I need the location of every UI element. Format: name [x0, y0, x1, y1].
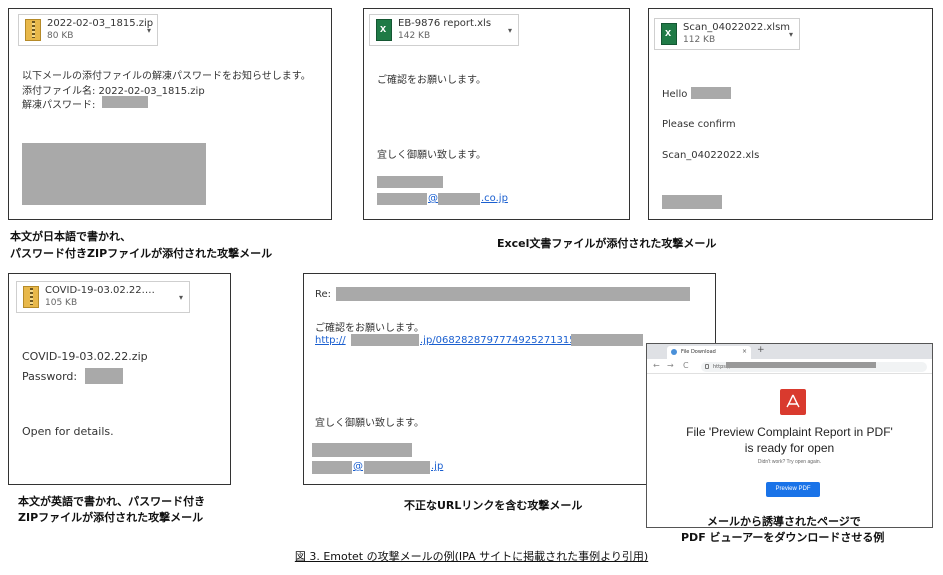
body-line-1: COVID-19-03.02.22.zip — [22, 350, 148, 363]
redacted-name — [377, 176, 443, 188]
download-subtext: Didn't work? Try open again. — [757, 459, 822, 465]
new-tab-icon[interactable]: + — [757, 345, 765, 355]
chevron-down-icon[interactable]: ▾ — [147, 26, 151, 35]
caption-browser-line-1: メールから誘導されたページで — [707, 515, 861, 528]
attachment-name: EB-9876 report.xls — [398, 18, 492, 29]
download-title-line-1: File 'Preview Complaint Report in PDF' — [686, 425, 893, 439]
tab-bar: File Download × + — [647, 344, 932, 359]
email-panel-xlsm-english: Scan_04022022.xlsm 112 KB ▾ Hello Please… — [648, 8, 933, 220]
figure-caption: 図 3. Emotet の攻撃メールの例(IPA サイトに掲載された事例より引用… — [0, 548, 943, 564]
attachment-xls[interactable]: EB-9876 report.xls 142 KB ▾ — [369, 14, 519, 46]
attachment-xlsm[interactable]: Scan_04022022.xlsm 112 KB ▾ — [654, 18, 800, 50]
tab-file-download[interactable]: File Download × — [667, 346, 751, 359]
pdf-icon — [780, 389, 806, 415]
attachment-zip[interactable]: COVID-19-03.02.22.… 105 KB ▾ — [16, 281, 190, 313]
please-confirm: Please confirm — [662, 119, 736, 130]
chevron-down-icon[interactable]: ▾ — [508, 26, 512, 35]
redacted-email-user — [312, 461, 352, 474]
caption-panel-4-line-2: ZIPファイルが添付された攻撃メール — [18, 511, 204, 524]
caption-panel-4-line-1: 本文が英語で書かれ、パスワード付き — [18, 495, 206, 508]
attachment-zip[interactable]: 2022-02-03_1815.zip 80 KB ▾ — [18, 14, 158, 46]
redacted-url-host — [351, 334, 419, 346]
attachment-size: 142 KB — [398, 31, 431, 41]
hello: Hello — [662, 89, 688, 100]
redacted-email-domain — [364, 461, 430, 474]
redacted-password — [102, 96, 148, 108]
body-line-1: 以下メールの添付ファイルの解凍パスワードをお知らせします。 — [22, 71, 311, 82]
malicious-link-path[interactable]: .jp/0682828797774925271315 — [420, 335, 576, 346]
greeting: ご確認をお願いします。 — [315, 323, 424, 334]
figure-caption-text: 図 3. Emotet の攻撃メールの例(IPA サイトに掲載された事例より引用… — [294, 550, 649, 563]
body-line-2: 添付ファイル名: 2022-02-03_1815.zip — [22, 86, 205, 97]
lock-icon — [705, 364, 709, 369]
redacted-email-domain — [438, 193, 480, 205]
caption-panel-1-line-1: 本文が日本語で書かれ、 — [10, 230, 132, 243]
email-panel-zip-english: COVID-19-03.02.22.… 105 KB ▾ COVID-19-03… — [8, 273, 231, 485]
forward-icon[interactable]: → — [667, 361, 674, 370]
closing: 宜しく御願い致します。 — [377, 150, 486, 161]
email-panel-zip-japanese: 2022-02-03_1815.zip 80 KB ▾ 以下メールの添付ファイル… — [8, 8, 332, 220]
excel-file-icon — [661, 23, 677, 45]
redacted-url — [726, 362, 876, 368]
zip-file-icon — [23, 286, 39, 308]
attachment-name: COVID-19-03.02.22.… — [45, 285, 155, 296]
greeting: ご確認をお願いします。 — [377, 75, 486, 86]
attachment-name: 2022-02-03_1815.zip — [47, 18, 154, 29]
details-line: Open for details. — [22, 425, 114, 438]
email-domain[interactable]: .jp — [431, 461, 443, 472]
body-line-3: 解凍パスワード: — [22, 100, 96, 111]
redacted-name — [312, 443, 412, 457]
attachment-size: 112 KB — [683, 35, 716, 45]
chevron-down-icon[interactable]: ▾ — [179, 293, 183, 302]
download-title-line-2: is ready for open — [744, 441, 835, 455]
attachment-name: Scan_04022022.xlsm — [683, 22, 791, 33]
reload-icon[interactable]: C — [683, 361, 689, 370]
tab-title: File Download — [681, 349, 716, 355]
back-icon[interactable]: ← — [653, 361, 660, 370]
redacted-subject — [336, 287, 690, 301]
caption-panel-5: 不正なURLリンクを含む攻撃メール — [404, 499, 583, 512]
caption-panel-2: Excel文書ファイルが添付された攻撃メール — [497, 237, 717, 250]
excel-file-icon — [376, 19, 392, 41]
email-at[interactable]: @ — [428, 193, 438, 204]
redacted-signature — [22, 143, 206, 205]
attachment-size: 80 KB — [47, 31, 74, 41]
email-at[interactable]: @ — [353, 461, 363, 472]
favicon-icon — [671, 349, 677, 355]
redacted-name — [691, 87, 731, 99]
redacted-signature — [662, 195, 722, 209]
closing: 宜しく御願い致します。 — [315, 418, 424, 429]
email-panel-excel: EB-9876 report.xls 142 KB ▾ ご確認をお願いします。 … — [363, 8, 630, 220]
email-domain[interactable]: .co.jp — [481, 193, 508, 204]
redacted-url-tail — [571, 334, 643, 346]
preview-pdf-button[interactable]: Preview PDF — [766, 482, 820, 497]
chevron-down-icon[interactable]: ▾ — [789, 30, 793, 39]
caption-panel-1-line-2: パスワード付きZIPファイルが添付された攻撃メール — [10, 247, 273, 260]
attachment-size: 105 KB — [45, 298, 78, 308]
zip-file-icon — [25, 19, 41, 41]
file-name: Scan_04022022.xls — [662, 150, 760, 161]
caption-browser-line-2: PDF ビューアーをダウンロードさせる例 — [681, 531, 885, 544]
malicious-link-prefix[interactable]: http:// — [315, 335, 346, 346]
redacted-email-user — [377, 193, 427, 205]
redacted-password — [85, 368, 123, 384]
subject-prefix: Re: — [315, 289, 332, 300]
password-label: Password: — [22, 370, 78, 383]
close-icon[interactable]: × — [742, 348, 747, 355]
